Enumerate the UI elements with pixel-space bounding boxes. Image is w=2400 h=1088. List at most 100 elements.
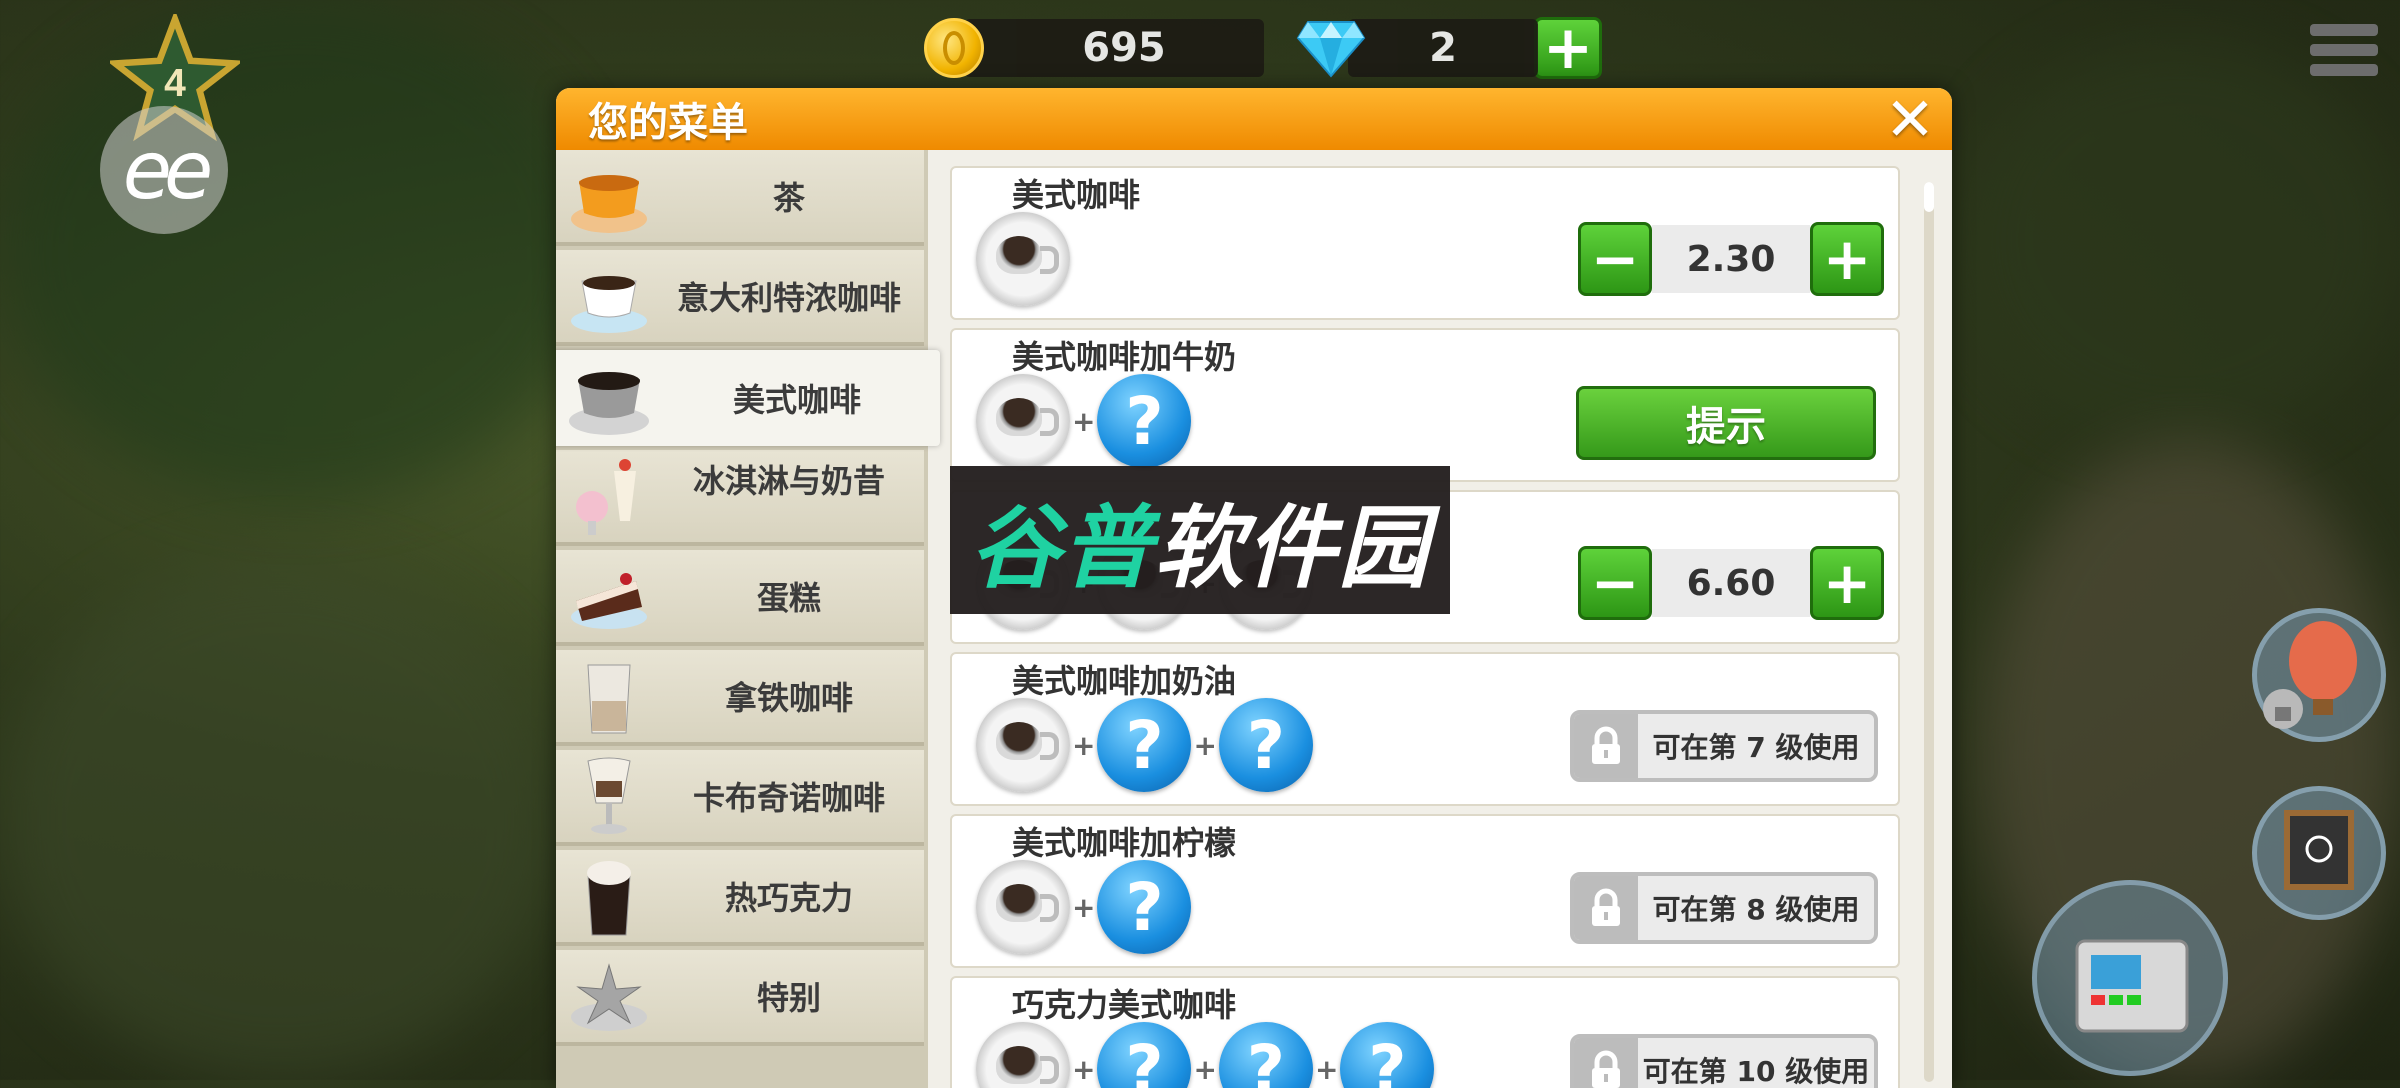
- unknown-ingredient-icon: ?: [1097, 1022, 1192, 1088]
- category-special[interactable]: 特别: [556, 950, 924, 1046]
- recipe-list: 美式咖啡 − 2.30 + 美式咖啡加牛奶 + ? 提示 − 6.60 + 美式…: [950, 166, 1900, 1088]
- recipe-card: 美式咖啡加牛奶 + ? 提示: [950, 328, 1900, 482]
- ee-overlay-button[interactable]: ee: [100, 106, 228, 234]
- decrease-price-button[interactable]: −: [1578, 222, 1652, 296]
- currency-bar: 695 2 +: [924, 14, 1602, 82]
- lock-label: 可在第 8 级使用: [1652, 893, 1860, 926]
- recipe-title: 美式咖啡加牛奶: [1012, 338, 1237, 376]
- ee-label: ee: [122, 123, 213, 217]
- recipe-title: 巧克力美式咖啡: [1012, 986, 1237, 1024]
- diamond-icon: [1296, 21, 1366, 78]
- lock-label: 可在第 10 级使用: [1642, 1055, 1870, 1088]
- category-label: 热巧克力: [724, 879, 853, 917]
- watermark-text-1: 谷普: [970, 496, 1154, 601]
- unknown-ingredient-icon: ?: [1218, 698, 1313, 792]
- hamburger-menu-icon[interactable]: [2310, 24, 2378, 76]
- coffee-cup-icon: [976, 860, 1070, 954]
- unknown-ingredient-icon: ?: [1340, 1022, 1435, 1088]
- category-label: 冰淇淋与奶昔: [692, 462, 885, 500]
- category-hot-chocolate[interactable]: 热巧克力: [556, 850, 924, 946]
- plus-icon: +: [1072, 1052, 1096, 1086]
- category-list: 茶 意大利特浓咖啡 美式咖啡 冰淇淋与奶昔 蛋糕 拿铁咖啡 卡布奇诺咖啡 热巧克…: [556, 150, 940, 1088]
- lock-icon: [1574, 714, 1638, 778]
- recipe-title: 美式咖啡加奶油: [1012, 662, 1237, 700]
- category-ice-cream[interactable]: 冰淇淋与奶昔: [556, 450, 924, 546]
- unknown-ingredient-icon: ?: [1097, 698, 1192, 792]
- category-label: 卡布奇诺咖啡: [692, 779, 885, 817]
- unknown-ingredient-icon: ?: [1097, 860, 1192, 954]
- coffee-cup-icon: [976, 1022, 1070, 1088]
- increase-price-button[interactable]: +: [1810, 546, 1884, 620]
- category-tea[interactable]: 茶: [556, 150, 924, 246]
- locked-badge: 可在第 8 级使用: [1570, 872, 1878, 944]
- price-value: 2.30: [1652, 225, 1810, 293]
- price-stepper: − 2.30 +: [1578, 222, 1884, 296]
- scroll-thumb[interactable]: [1924, 182, 1934, 212]
- recipe-ingredients: + ?: [976, 860, 1192, 954]
- category-label: 特别: [756, 979, 821, 1017]
- chalkboard-icon: [2284, 810, 2354, 890]
- balloon-icon: [2263, 621, 2357, 729]
- cappuccino-glass-icon: [587, 757, 631, 834]
- dialog-title: 您的菜单: [588, 100, 748, 146]
- cash-register-icon: [2075, 939, 2189, 1033]
- chalkboard-menu-button[interactable]: [2252, 786, 2386, 920]
- gem-count: 2: [1348, 19, 1538, 77]
- coin-icon: [924, 18, 984, 78]
- lock-label: 可在第 7 级使用: [1652, 731, 1860, 764]
- espresso-cup-icon: [571, 276, 647, 333]
- locked-badge: 可在第 7 级使用: [1570, 710, 1878, 782]
- americano-cup-icon: [569, 372, 649, 435]
- recipe-ingredients: + ? + ?: [976, 698, 1313, 792]
- coin-count: 695: [964, 19, 1264, 77]
- tea-cup-icon: [571, 175, 647, 233]
- latte-glass-icon: [587, 664, 631, 734]
- lock-icon: [1574, 1038, 1638, 1088]
- ice-cream-icon: [576, 459, 636, 535]
- level-number: 4: [164, 62, 186, 105]
- price-value: 6.60: [1652, 549, 1810, 617]
- price-stepper: − 6.60 +: [1578, 546, 1884, 620]
- recipe-card: 美式咖啡加奶油 + ? + ? 可在第 7 级使用: [950, 652, 1900, 806]
- recipe-ingredients: + ? + ? + ?: [976, 1022, 1435, 1088]
- recipe-ingredients: [976, 212, 1070, 306]
- category-label: 蛋糕: [756, 579, 821, 617]
- coffee-cup-icon: [976, 374, 1070, 468]
- lock-icon: [1574, 876, 1638, 940]
- recipe-card: 美式咖啡 − 2.30 +: [950, 166, 1900, 320]
- category-cappuccino[interactable]: 卡布奇诺咖啡: [556, 750, 924, 846]
- category-label: 拿铁咖啡: [724, 679, 853, 717]
- category-americano[interactable]: 美式咖啡: [556, 350, 940, 446]
- cake-icon: [571, 573, 647, 629]
- plus-icon: +: [1193, 1052, 1217, 1086]
- plus-icon: +: [1072, 728, 1096, 762]
- recipe-card: 美式咖啡加柠檬 + ? 可在第 8 级使用: [950, 814, 1900, 968]
- plus-icon: +: [1072, 890, 1096, 924]
- unknown-ingredient-icon: ?: [1097, 374, 1192, 468]
- category-label: 茶: [772, 179, 805, 217]
- watermark-text-2: 软件园: [1154, 496, 1430, 601]
- cash-register-button[interactable]: [2032, 880, 2228, 1076]
- close-icon[interactable]: ✕: [1882, 90, 1938, 150]
- category-cake[interactable]: 蛋糕: [556, 550, 924, 646]
- plus-icon: +: [1193, 728, 1217, 762]
- coffee-cup-icon: [976, 698, 1070, 792]
- category-latte[interactable]: 拿铁咖啡: [556, 650, 924, 746]
- increase-price-button[interactable]: +: [1810, 222, 1884, 296]
- add-gems-button[interactable]: +: [1534, 17, 1602, 79]
- watermark: 谷普 软件园: [950, 466, 1450, 614]
- star-anise-icon: [571, 963, 647, 1031]
- plus-icon: +: [1072, 404, 1096, 438]
- unknown-ingredient-icon: ?: [1218, 1022, 1313, 1088]
- plus-icon: +: [1314, 1052, 1339, 1086]
- hot-air-balloon-button[interactable]: [2252, 608, 2386, 742]
- category-espresso[interactable]: 意大利特浓咖啡: [556, 250, 924, 346]
- recipe-ingredients: + ?: [976, 374, 1192, 468]
- recipe-card: 巧克力美式咖啡 + ? + ? + ? 可在第 10 级使用: [950, 976, 1900, 1088]
- coffee-cup-icon: [976, 212, 1070, 306]
- category-label: 美式咖啡: [732, 381, 861, 419]
- recipe-scrollbar[interactable]: [1924, 182, 1934, 1082]
- decrease-price-button[interactable]: −: [1578, 546, 1652, 620]
- hint-button[interactable]: 提示: [1576, 386, 1876, 460]
- hot-chocolate-icon: [587, 861, 631, 936]
